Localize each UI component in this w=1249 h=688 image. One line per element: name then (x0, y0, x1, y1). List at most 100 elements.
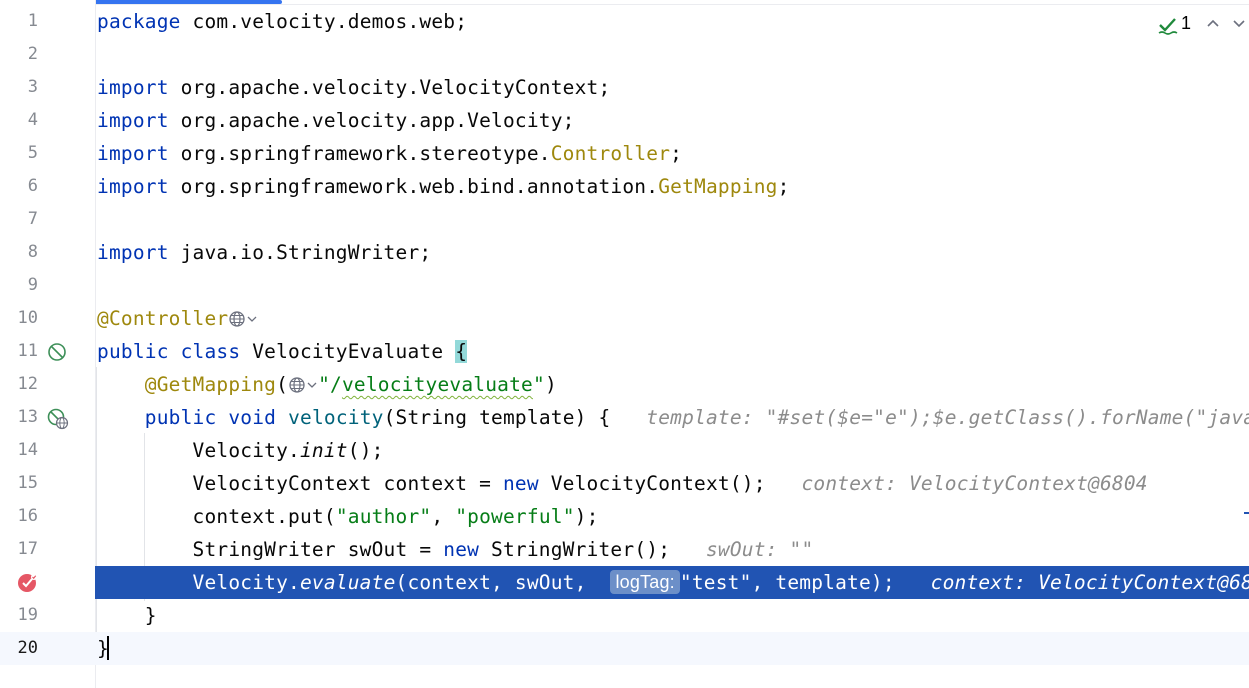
code-line[interactable]: 2 (0, 38, 1249, 71)
code-text[interactable]: public void velocity(String template) { … (97, 401, 1249, 434)
code-line[interactable]: 16 context.put("author", "powerful"); (0, 500, 1249, 533)
code-token: org.apache.velocity.VelocityContext; (168, 76, 611, 99)
inspection-check-icon[interactable] (1157, 14, 1179, 40)
line-number[interactable]: 16 (0, 500, 38, 533)
line-number[interactable]: 11 (0, 335, 38, 368)
line-number[interactable]: 13 (0, 401, 38, 434)
no-bean-icon[interactable] (47, 342, 67, 362)
code-text[interactable]: } (97, 632, 109, 665)
web-endpoint-icon[interactable] (47, 408, 69, 430)
code-token: org.springframework.web.bind.annotation. (168, 175, 659, 198)
breakpoint-icon[interactable] (17, 572, 37, 592)
string-literal: " (533, 373, 545, 396)
matched-brace: { (455, 340, 468, 363)
keyword: new (502, 472, 539, 495)
code-text[interactable]: import org.apache.velocity.app.Velocity; (97, 104, 575, 137)
code-line[interactable]: 19 } (0, 599, 1249, 632)
code-line[interactable]: 12 @GetMapping("/velocityevaluate") (0, 368, 1249, 401)
scrollbar-marker[interactable] (1244, 512, 1249, 514)
annotation: @GetMapping (144, 373, 277, 396)
line-number[interactable]: 8 (0, 236, 38, 269)
code-line[interactable]: 7 (0, 203, 1249, 236)
previous-highlight-icon[interactable] (1205, 15, 1221, 35)
code-line[interactable]: 15 VelocityContext context = new Velocit… (0, 467, 1249, 500)
code-text[interactable]: VelocityContext context = new VelocityCo… (97, 467, 1148, 500)
code-text[interactable]: Velocity.evaluate(context, swOut, logTag… (97, 566, 1249, 599)
code-text[interactable]: } (97, 599, 157, 632)
code-token: VelocityEvaluate (240, 340, 456, 363)
inspection-widget[interactable]: 1 (1149, 10, 1249, 40)
next-highlight-icon[interactable] (1231, 15, 1247, 35)
keyword: import (97, 76, 169, 99)
code-token: } (97, 604, 157, 627)
line-number[interactable]: 6 (0, 170, 38, 203)
string-literal: velocityevaluate (341, 373, 533, 396)
code-token: VelocityContext(); (538, 472, 802, 495)
line-number[interactable]: 19 (0, 599, 38, 632)
code-text[interactable]: import java.io.StringWriter; (97, 236, 431, 269)
code-line[interactable]: 3 import org.apache.velocity.VelocityCont… (0, 71, 1249, 104)
keyword: public class (97, 340, 241, 363)
line-number[interactable]: 1 (0, 5, 38, 38)
globe-icon[interactable] (228, 305, 258, 338)
code-token: java.io.StringWriter; (168, 241, 432, 264)
line-number[interactable]: 10 (0, 302, 38, 335)
parameter-hint: logTag: (610, 570, 680, 594)
code-token: ) (544, 373, 557, 396)
code-token: context.put( (97, 505, 336, 528)
line-number[interactable]: 4 (0, 104, 38, 137)
line-number[interactable]: 17 (0, 533, 38, 566)
debug-value-hint: template: "#set($e="e");$e.getClass().fo… (646, 406, 1249, 429)
line-number[interactable]: 7 (0, 203, 38, 236)
string-literal: "author" (335, 505, 432, 528)
code-text[interactable]: @Controller (97, 302, 258, 335)
code-text[interactable]: @GetMapping("/velocityevaluate") (97, 368, 557, 401)
line-number[interactable]: 15 (0, 467, 38, 500)
code-text[interactable]: package com.velocity.demos.web; (97, 5, 467, 38)
debug-value-hint: swOut: "" (705, 538, 814, 561)
line-number[interactable]: 14 (0, 434, 38, 467)
code-token: Velocity. (97, 571, 300, 594)
code-line[interactable]: 8 import java.io.StringWriter; (0, 236, 1249, 269)
code-text[interactable]: context.put("author", "powerful"); (97, 500, 599, 533)
annotation: @Controller (97, 307, 229, 330)
line-number[interactable]: 20 (0, 632, 38, 665)
text-caret (106, 636, 109, 660)
code-token: (); (347, 439, 384, 462)
line-number[interactable]: 2 (0, 38, 38, 71)
debug-value-hint: context: VelocityContext@6804 (930, 571, 1249, 594)
code-token: StringWriter swOut = (97, 538, 444, 561)
keyword: new (443, 538, 480, 561)
line-number[interactable]: 9 (0, 269, 38, 302)
code-line[interactable]: 6 import org.springframework.web.bind.ann… (0, 170, 1249, 203)
code-line[interactable]: 9 (0, 269, 1249, 302)
code-text[interactable]: import org.springframework.stereotype.Co… (97, 137, 682, 170)
code-line[interactable]: 14 Velocity.init(); (0, 434, 1249, 467)
code-line[interactable]: 11 public class VelocityEvaluate { (0, 335, 1249, 368)
code-line[interactable]: 5 import org.springframework.stereotype.C… (0, 137, 1249, 170)
code-token: ; (777, 175, 790, 198)
line-number[interactable]: 3 (0, 71, 38, 104)
code-text[interactable]: import org.springframework.web.bind.anno… (97, 170, 790, 203)
code-line[interactable]: 10 @Controller (0, 302, 1249, 335)
code-text[interactable]: Velocity.init(); (97, 434, 384, 467)
execution-point-line[interactable]: 18 Velocity.evaluate(context, swOut, log… (18, 566, 1249, 599)
code-line[interactable]: 13 public void velocity(String template)… (0, 401, 1249, 434)
code-token: ; (670, 142, 683, 165)
code-line[interactable]: 20} (0, 632, 1249, 665)
code-token: org.springframework.stereotype. (168, 142, 551, 165)
globe-icon[interactable] (288, 371, 318, 404)
code-line[interactable]: 1 package com.velocity.demos.web; (0, 5, 1249, 38)
line-number[interactable]: 5 (0, 137, 38, 170)
code-text[interactable]: StringWriter swOut = new StringWriter();… (97, 533, 814, 566)
code-text[interactable]: public class VelocityEvaluate { (97, 335, 468, 368)
line-number[interactable]: 12 (0, 368, 38, 401)
code-line[interactable]: 17 StringWriter swOut = new StringWriter… (0, 533, 1249, 566)
code-text[interactable]: import org.apache.velocity.VelocityConte… (97, 71, 610, 104)
keyword: import (97, 109, 169, 132)
keyword: import (97, 241, 169, 264)
code-token: ); (574, 505, 599, 528)
code-line[interactable]: 4 import org.apache.velocity.app.Velocity… (0, 104, 1249, 137)
